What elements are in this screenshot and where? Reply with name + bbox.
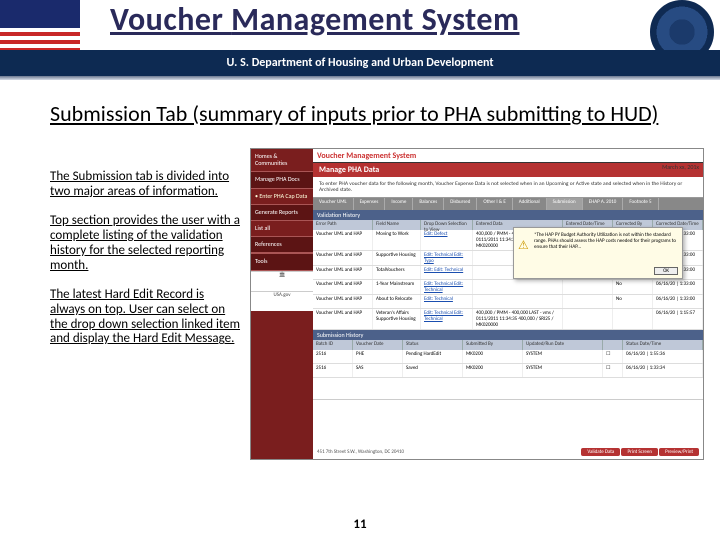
sidebar-nav-sub[interactable]: List all <box>251 221 313 236</box>
table-row: 2516PHEPending HardEditMK0200SYSTEM☐06/1… <box>313 350 703 364</box>
slide-title: Voucher Management System <box>110 0 519 39</box>
tab[interactable]: Expenses <box>354 198 386 210</box>
section-redbar: Manage PHA Data <box>313 163 703 177</box>
alert-ok-button[interactable]: OK <box>654 267 678 275</box>
tab-bar: Voucher UML Expenses Income Balances Dis… <box>313 198 703 210</box>
footer-address: 451 7th Street S.W., Washington, DC 2041… <box>317 449 404 455</box>
table-row: Voucher UML and HAP1-Year MainstreamEdit… <box>313 280 703 295</box>
tab[interactable]: EHAP A. 2010 <box>583 198 624 210</box>
screenshot-footer: 451 7th Street S.W., Washington, DC 2041… <box>313 399 703 459</box>
table-row: Voucher UML and HAPVeteran's Affairs Sup… <box>313 309 703 330</box>
sub-header: Submission Tab (summary of inputs prior … <box>50 100 670 127</box>
divider <box>0 76 720 80</box>
department-band: U. S. Department of Housing and Urban De… <box>0 50 720 76</box>
tab[interactable]: Income <box>385 198 413 210</box>
paragraph-3: The latest Hard Edit Record is always on… <box>50 288 240 348</box>
body-text-column: The Submission tab is divided into two m… <box>50 170 240 361</box>
usagov-badge: USA.gov <box>251 291 313 311</box>
tab[interactable]: Other I & E <box>477 198 512 210</box>
validate-button[interactable]: Validate Data <box>581 448 620 456</box>
whitehouse-badge: 🏛 <box>251 271 313 291</box>
tab[interactable]: Disbursed <box>444 198 477 210</box>
section-validation-history: Validation History <box>313 210 703 220</box>
table-row: 2516SASSavedMK0200SYSTEM☐06/16/20 | 1:33… <box>313 364 703 378</box>
screenshot-header: Voucher Management System <box>313 149 703 163</box>
sidebar-nav-item[interactable]: Manage PHA Docs <box>251 171 313 188</box>
alert-text: *The HAP PY Budget Authority Utilization… <box>534 232 676 250</box>
hard-edit-alert: *The HAP PY Budget Authority Utilization… <box>513 227 683 279</box>
tab-submission[interactable]: Submission <box>547 198 583 210</box>
page-number: 11 <box>0 517 720 532</box>
preview-print-button[interactable]: Preview/Print <box>659 448 699 456</box>
tab[interactable]: Balances <box>413 198 444 210</box>
table-row: Voucher UML and HAPAbout to RelocateEdit… <box>313 295 703 309</box>
app-header-title: Voucher Management System <box>313 151 416 161</box>
screenshot-main: Voucher Management System Manage PHA Dat… <box>313 149 703 459</box>
header-date: March xx, 201x <box>662 163 699 171</box>
screenshot: Homes & Communities Manage PHA Docs • En… <box>250 148 704 460</box>
tab[interactable]: Additional <box>513 198 547 210</box>
print-screen-button[interactable]: Print Screen <box>621 448 658 456</box>
sidebar-nav-item[interactable]: Tools <box>251 253 313 270</box>
screenshot-sidebar: Homes & Communities Manage PHA Docs • En… <box>251 149 313 460</box>
section-description: To enter PHA voucher data for the follow… <box>313 177 703 198</box>
sidebar-nav-item[interactable]: References <box>251 236 313 253</box>
tab[interactable]: Voucher UML <box>313 198 354 210</box>
paragraph-1: The Submission tab is divided into two m… <box>50 170 240 200</box>
paragraph-2: Top section provides the user with a com… <box>50 214 240 274</box>
submission-grid-header: Batch ID Voucher Date Status Submitted B… <box>313 340 703 350</box>
flag-image <box>0 0 80 56</box>
tab[interactable]: Footnote 5 <box>623 198 658 210</box>
sidebar-brand: Homes & Communities <box>251 149 313 171</box>
sidebar-nav-item[interactable]: Generate Reports <box>251 204 313 221</box>
sidebar-nav-sub[interactable]: • Enter PHA Cap Data <box>251 189 313 204</box>
section-submission-history: Submission History <box>313 330 703 340</box>
